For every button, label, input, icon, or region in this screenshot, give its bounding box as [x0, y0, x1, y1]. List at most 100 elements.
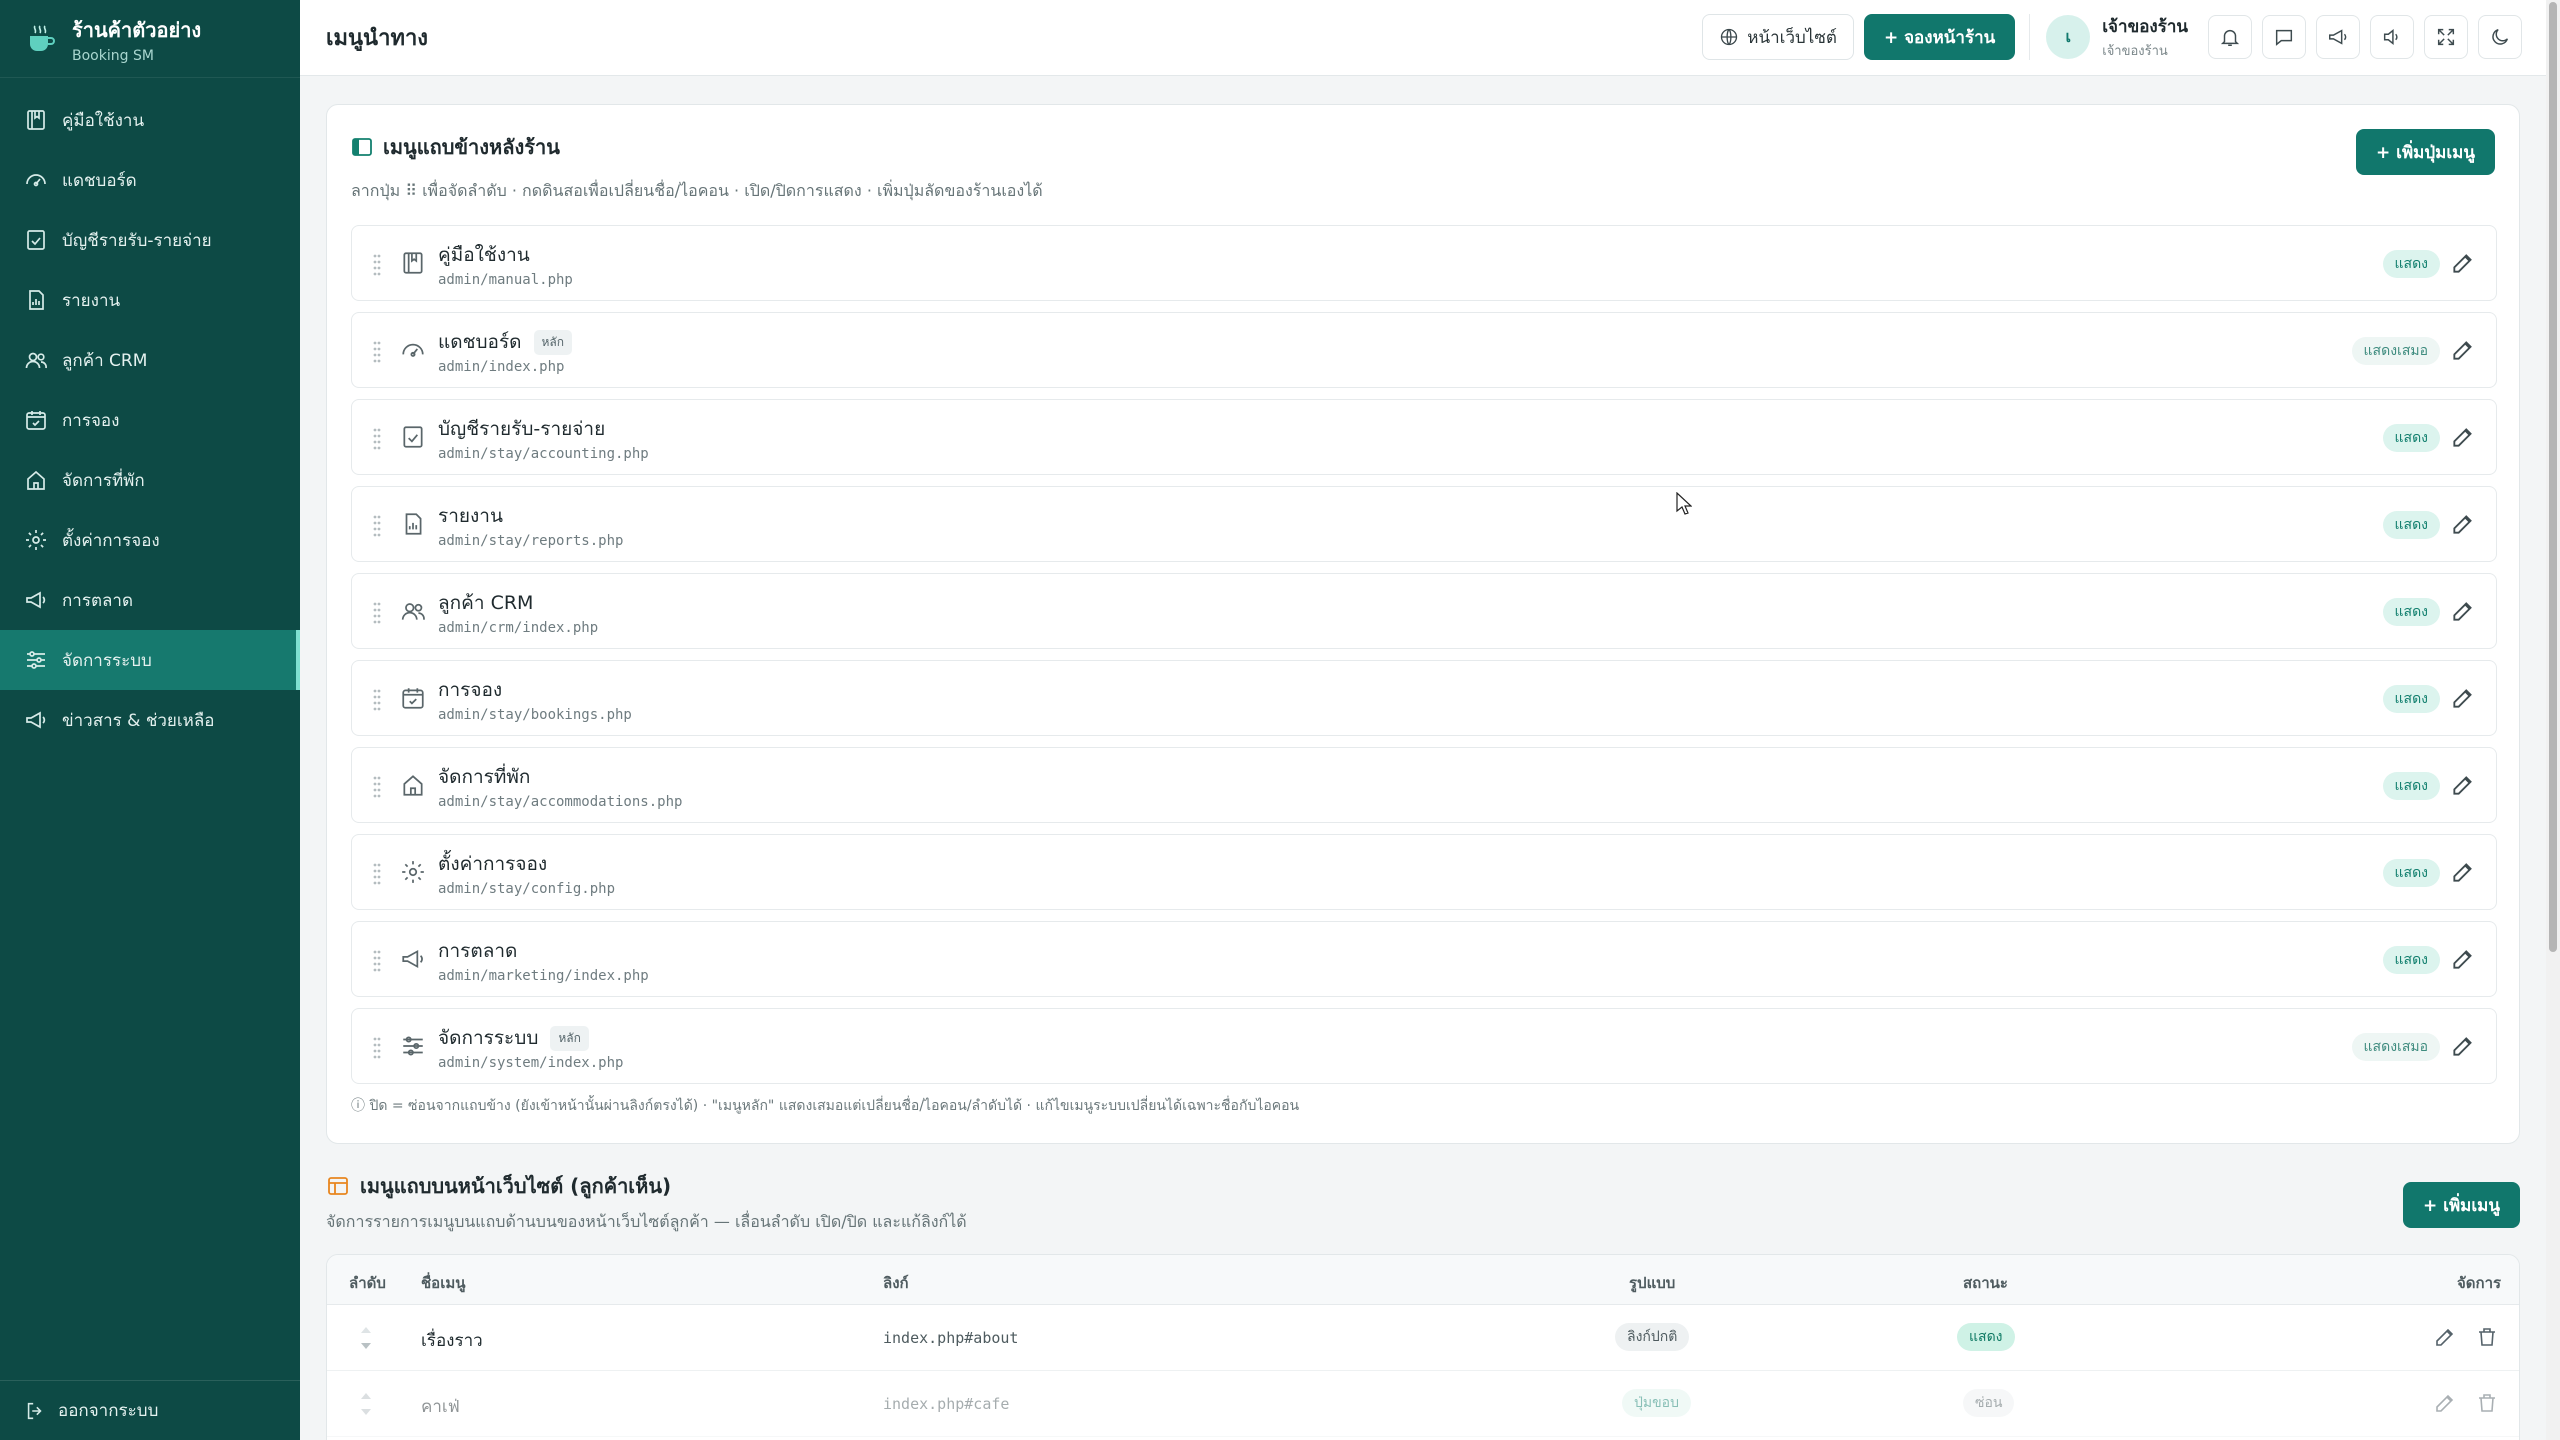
megaphone-icon [26, 591, 46, 609]
edit-icon[interactable] [2433, 1391, 2457, 1415]
status-badge[interactable]: แสดง [2382, 424, 2440, 452]
status-badge[interactable]: แสดง [2382, 598, 2440, 626]
menu-row[interactable]: จัดการระบบ หลัก admin/system/index.php แสดง… [351, 1008, 2497, 1084]
drag-handle-icon[interactable] [372, 685, 382, 713]
menu-row[interactable]: จัดการที่พัก admin/stay/accommodations.ph… [351, 747, 2497, 823]
menu-row[interactable]: คู่มือใช้งาน admin/manual.php แสดง [351, 225, 2497, 301]
menu-row-path: admin/index.php [438, 359, 565, 375]
status-badge[interactable]: แสดงเสมอ [2351, 337, 2440, 365]
sidebar-item-dashboard[interactable]: แดชบอร์ด [0, 150, 300, 210]
drag-handle-icon[interactable] [372, 424, 382, 452]
style-badge: ปุ่มขอบ [1622, 1389, 1691, 1417]
edit-icon[interactable] [2450, 424, 2476, 450]
user-menu[interactable]: เ เจ้าของร้าน เจ้าของร้าน [2029, 14, 2188, 60]
status-badge[interactable]: ซ่อน [1963, 1389, 2015, 1417]
menu-row[interactable]: รายงาน admin/stay/reports.php แสดง [351, 486, 2497, 562]
menu-row[interactable]: บัญชีรายรับ-รายจ่าย admin/stay/accounting… [351, 399, 2497, 475]
sidebar-item-news-help[interactable]: ข่าวสาร & ช่วยเหลือ [0, 690, 300, 750]
trash-icon[interactable] [2475, 1391, 2499, 1415]
sidebar-item-manual[interactable]: คู่มือใช้งาน [0, 90, 300, 150]
house-icon [403, 775, 423, 796]
drag-handle-icon[interactable] [372, 946, 382, 974]
edit-icon[interactable] [2450, 1033, 2476, 1059]
page-scrollbar[interactable] [2546, 0, 2560, 1440]
menu-row[interactable]: แดชบอร์ด หลัก admin/index.php แสดงเสมอ [351, 312, 2497, 388]
scrollbar-thumb[interactable] [2549, 2, 2557, 952]
gear-icon [26, 530, 46, 550]
coffee-cup-icon [30, 24, 55, 51]
edit-icon[interactable] [2450, 685, 2476, 711]
trash-icon[interactable] [2475, 1325, 2499, 1349]
status-badge[interactable]: แสดงเสมอ [2351, 1033, 2440, 1061]
fullscreen-button[interactable] [2424, 15, 2468, 59]
drag-handle-icon[interactable] [372, 598, 382, 626]
sort-arrows-icon[interactable] [359, 1387, 373, 1421]
drag-handle-icon[interactable] [372, 511, 382, 539]
menu-row-label: การจอง [438, 679, 503, 701]
edit-icon[interactable] [2450, 946, 2476, 972]
edit-icon[interactable] [2433, 1325, 2457, 1349]
menu-row[interactable]: การจอง admin/stay/bookings.php แสดง [351, 660, 2497, 736]
drag-handle-icon[interactable] [372, 859, 382, 887]
house-icon [27, 470, 45, 490]
notifications-button[interactable] [2208, 15, 2252, 59]
table-row: คาเฟ่ index.php#cafe ปุ่มขอบ ซ่อน [327, 1371, 2519, 1437]
status-badge[interactable]: แสดง [2382, 685, 2440, 713]
sound-button[interactable] [2370, 15, 2414, 59]
website-button[interactable]: หน้าเว็บไซต์ [1702, 14, 1854, 60]
add-menu-button[interactable]: + เพิ่มปุ่มเมนู [2355, 129, 2495, 175]
sidebar-item-label: บัญชีรายรับ-รายจ่าย [62, 230, 212, 251]
sort-arrows-icon[interactable] [359, 1321, 373, 1355]
sidebar-item-label: จัดการระบบ [62, 650, 152, 671]
checklist-icon [27, 230, 45, 250]
announcements-button[interactable] [2316, 15, 2360, 59]
add-frontend-menu-button[interactable]: + เพิ่มเมนู [2402, 1182, 2520, 1228]
sidebar-item-crm[interactable]: ลูกค้า CRM [0, 330, 300, 390]
sidebar-item-bookings[interactable]: การจอง [0, 390, 300, 450]
speaker-icon [2383, 29, 2398, 45]
sidebar-item-accommodations[interactable]: จัดการที่พัก [0, 450, 300, 510]
sidebar-item-marketing[interactable]: การตลาด [0, 570, 300, 630]
edit-icon[interactable] [2450, 859, 2476, 885]
users-icon [25, 352, 47, 369]
status-badge[interactable]: แสดง [2382, 946, 2440, 974]
edit-icon[interactable] [2450, 337, 2476, 363]
drag-handle-icon[interactable] [372, 337, 382, 365]
megaphone-icon [402, 949, 423, 969]
edit-icon[interactable] [2450, 511, 2476, 537]
sidebar-item-accounting[interactable]: บัญชีรายรับ-รายจ่าย [0, 210, 300, 270]
menu-row[interactable]: การตลาด admin/marketing/index.php แสดง [351, 921, 2497, 997]
sidebar-item-label: รายงาน [62, 290, 121, 311]
core-tag: หลัก [533, 329, 573, 355]
status-badge[interactable]: แสดง [2382, 250, 2440, 278]
edit-icon[interactable] [2450, 772, 2476, 798]
logout-button[interactable]: ออกจากระบบ [0, 1380, 300, 1440]
sidebar-item-reports[interactable]: รายงาน [0, 270, 300, 330]
checklist-icon [403, 426, 423, 448]
menu-row-label-wrap: ตั้งค่าการจอง [438, 849, 547, 879]
drag-handle-icon[interactable] [372, 1033, 382, 1061]
status-badge[interactable]: แสดง [1957, 1323, 2015, 1351]
edit-icon[interactable] [2450, 250, 2476, 276]
brand[interactable]: ร้านค้าตัวอย่าง Booking SM [0, 0, 300, 78]
bell-icon [2220, 29, 2240, 46]
status-badge[interactable]: แสดง [2382, 511, 2440, 539]
drag-handle-icon[interactable] [372, 772, 382, 800]
menu-row[interactable]: ลูกค้า CRM admin/crm/index.php แสดง [351, 573, 2497, 649]
status-badge[interactable]: แสดง [2382, 859, 2440, 887]
col-status: สถานะ [1963, 1274, 2008, 1292]
menu-row[interactable]: ตั้งค่าการจอง admin/stay/config.php แสดง [351, 834, 2497, 910]
menu-link: index.php#cafe [883, 1395, 1010, 1413]
menu-name: คาเฟ่ [421, 1397, 460, 1417]
brand-title: ร้านค้าตัวอย่าง [72, 17, 202, 42]
theme-toggle-button[interactable] [2478, 15, 2522, 59]
sidebar-item-booking-settings[interactable]: ตั้งค่าการจอง [0, 510, 300, 570]
sidebar-item-system[interactable]: จัดการระบบ [0, 630, 300, 690]
menu-row-label: จัดการที่พัก [438, 766, 531, 788]
messages-button[interactable] [2262, 15, 2306, 59]
walkin-booking-button[interactable]: + จองหน้าร้าน [1863, 14, 2016, 60]
sidebar-item-label: ข่าวสาร & ช่วยเหลือ [62, 710, 215, 731]
drag-handle-icon[interactable] [372, 250, 382, 278]
status-badge[interactable]: แสดง [2382, 772, 2440, 800]
edit-icon[interactable] [2450, 598, 2476, 624]
